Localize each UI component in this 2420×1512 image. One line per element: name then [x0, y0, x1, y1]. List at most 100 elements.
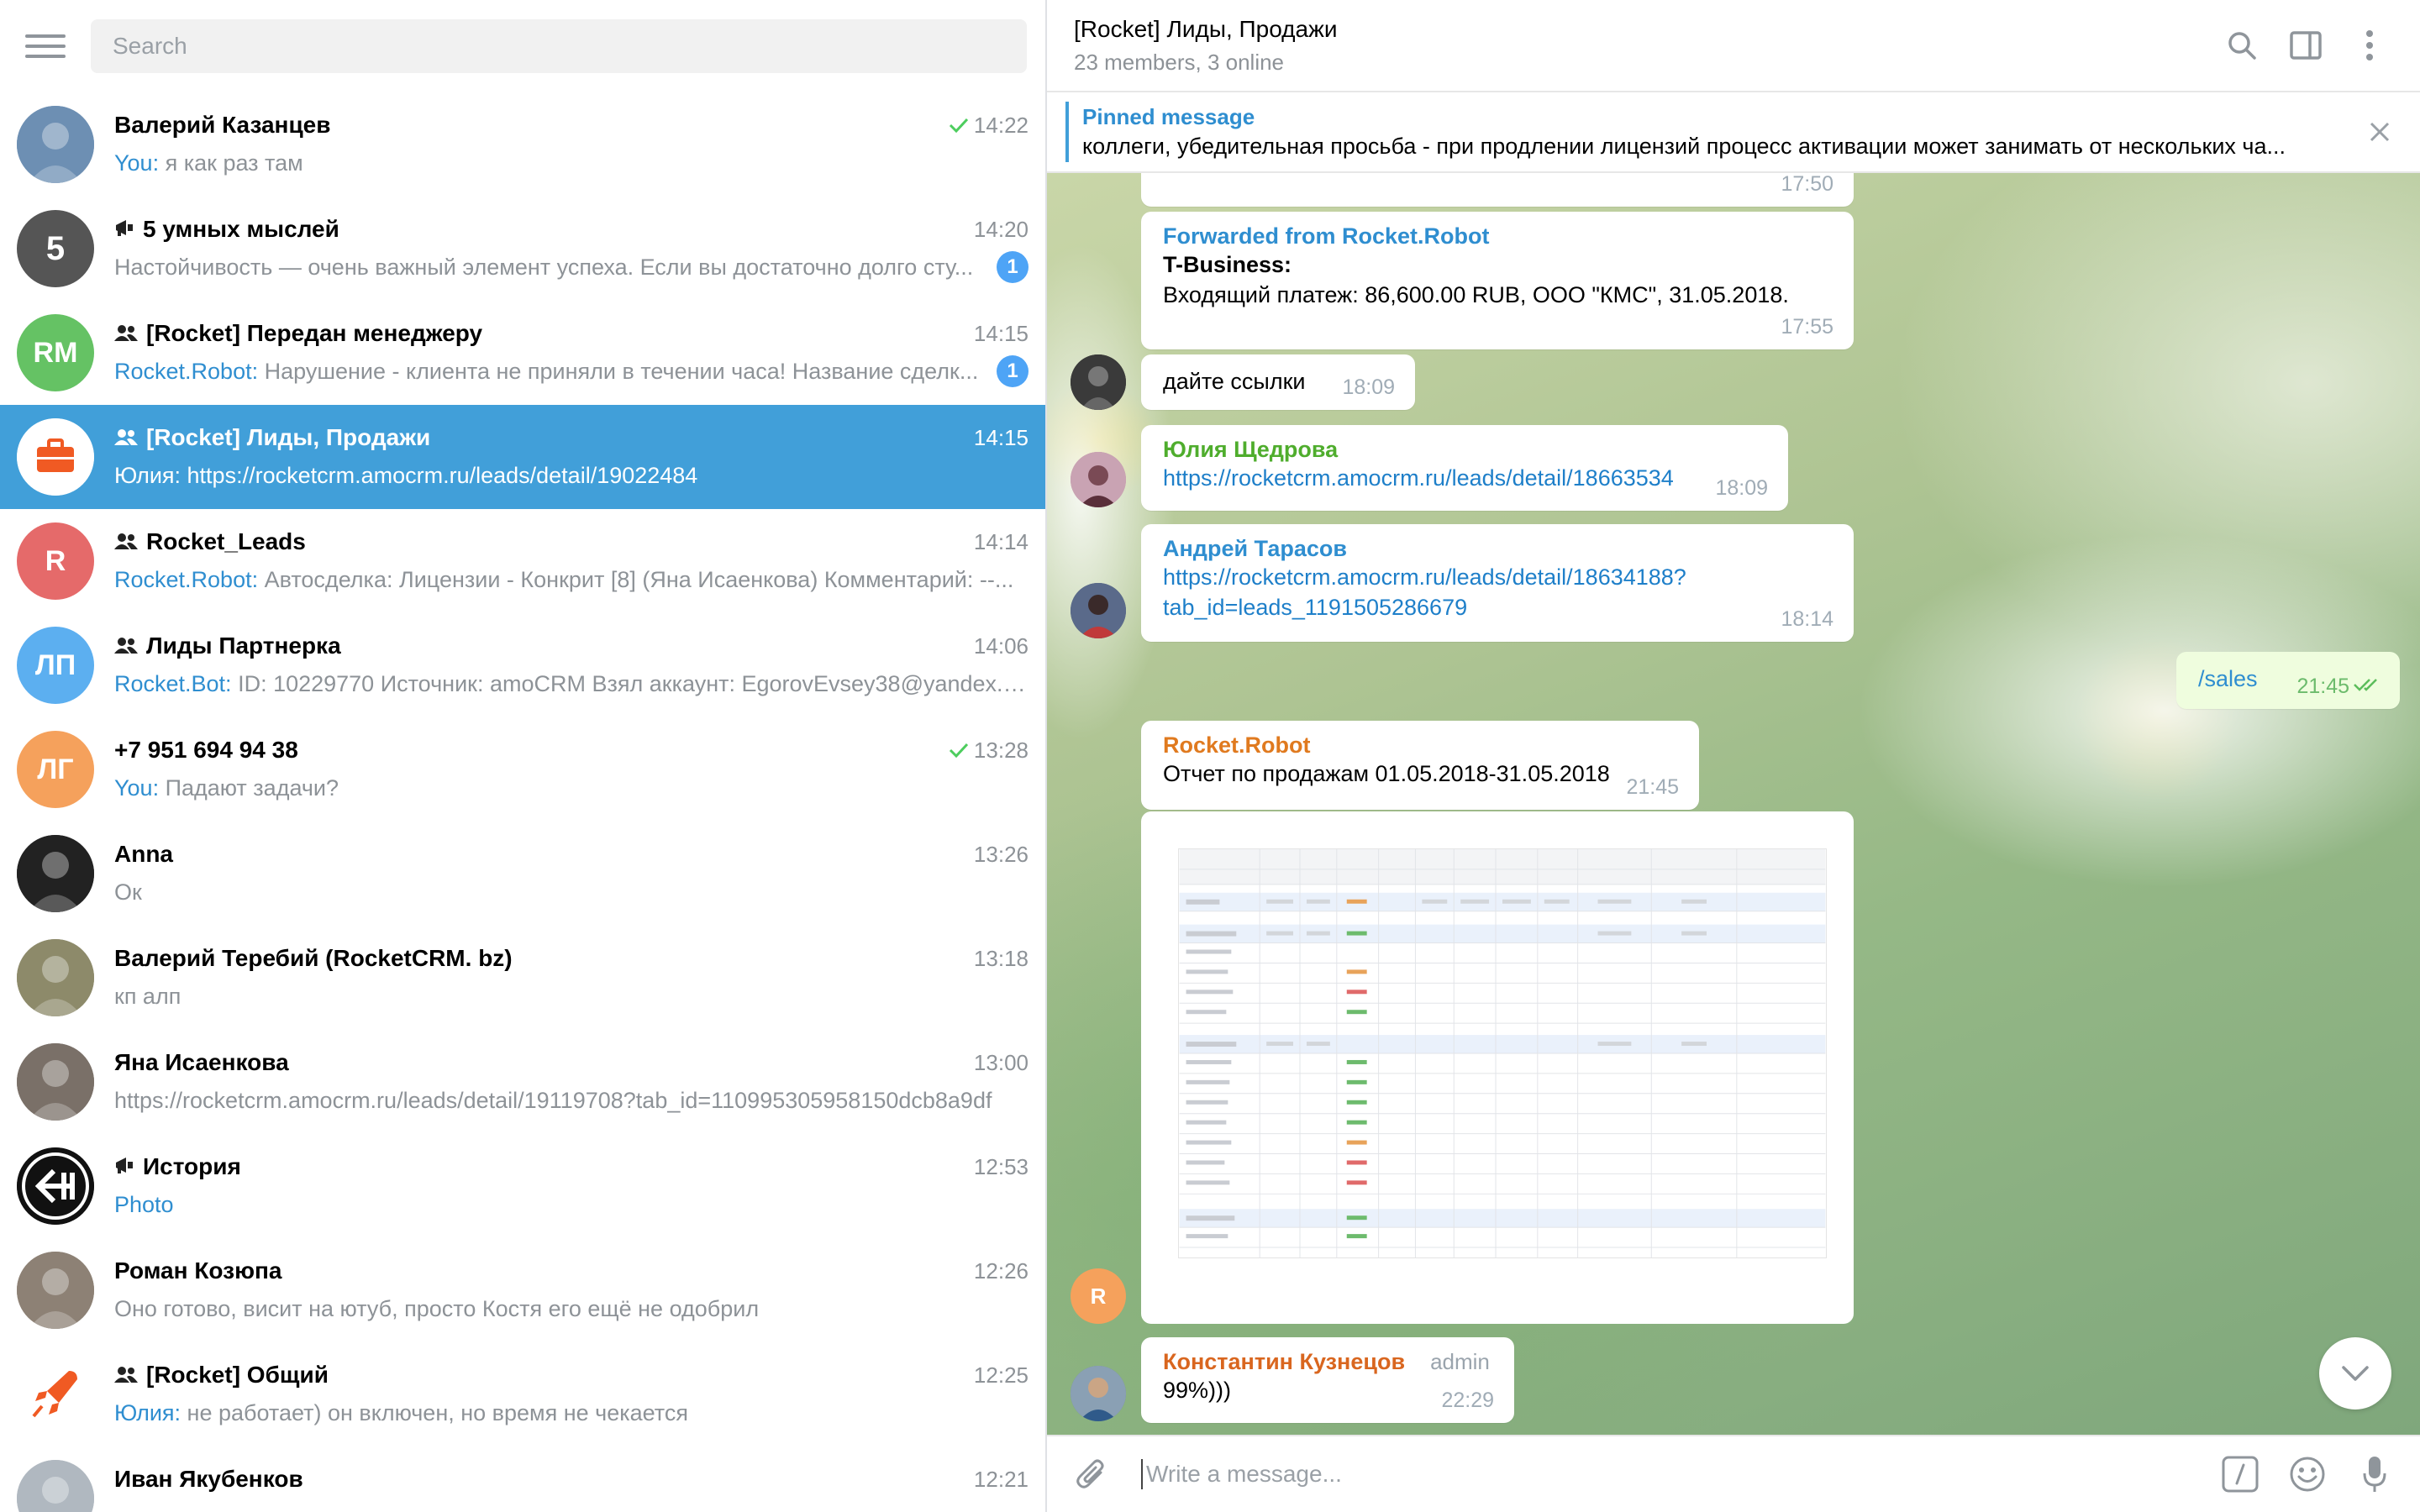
chat-title: Валерий Казанцев	[114, 112, 940, 139]
chat-title-text: +7 951 694 94 38	[114, 737, 298, 763]
chat-item-body: Anna 13:26 Ок	[114, 836, 1028, 911]
message-link[interactable]: https://rocketcrm.amocrm.ru/leads/detail…	[1163, 562, 1832, 592]
chat-item[interactable]: R Rocket_Leads 14:14 Rocket.Robot: Автосдел…	[0, 509, 1045, 613]
chat-preview: Rocket.Robot: Автосделка: Лицензии - Кон…	[114, 567, 1028, 593]
message-link[interactable]: https://rocketcrm.amocrm.ru/leads/detail…	[1163, 463, 1766, 493]
chat-title-text: Валерий Казанцев	[114, 112, 331, 138]
chat-title: Rocket_Leads	[114, 528, 965, 555]
forwarded-from-label[interactable]: Forwarded from Rocket.Robot	[1163, 223, 1832, 249]
chat-item[interactable]: ЛП Лиды Партнерка 14:06 Rocket.Bot: ID: 102…	[0, 613, 1045, 717]
avatar[interactable]: R	[1071, 1268, 1126, 1324]
admin-badge: admin	[1430, 1349, 1490, 1374]
more-options-icon[interactable]	[2346, 22, 2393, 69]
channel-icon	[114, 1154, 134, 1180]
message-sender-line: Константин Кузнецов admin	[1163, 1349, 1492, 1375]
chat-time: 12:21	[974, 1467, 1028, 1493]
chat-item[interactable]: Валерий Казанцев 14:22 You: я как раз там	[0, 92, 1045, 197]
avatar: ЛП	[17, 627, 94, 704]
chat-item[interactable]: Валерий Теребий (RocketCRM. bz) 13:18 кп а…	[0, 926, 1045, 1030]
chat-item[interactable]: [Rocket] Общий 12:25 Юлия: не работает) он…	[0, 1342, 1045, 1446]
message-sender[interactable]: Константин Кузнецов	[1163, 1349, 1405, 1375]
message-input[interactable]	[1141, 1459, 2196, 1489]
preview-text: Падают задачи?	[159, 774, 339, 801]
channel-icon	[114, 217, 134, 243]
message-sender[interactable]: Rocket.Robot	[1163, 732, 1677, 759]
message-link-continued[interactable]: tab_id=leads_1191505286679	[1163, 592, 1832, 622]
chat-item[interactable]: История 12:53 Photo	[0, 1134, 1045, 1238]
chat-item[interactable]: Anna 13:26 Ок	[0, 822, 1045, 926]
message-bubble: дайте ссылки 18:09	[1141, 354, 1415, 410]
message-sender[interactable]: Андрей Тарасов	[1163, 536, 1832, 562]
chat-header-info[interactable]: [Rocket] Лиды, Продажи 23 members, 3 onl…	[1074, 16, 2202, 76]
chat-item[interactable]: 5 5 умных мыслей 14:20 Настойчивость — очен…	[0, 197, 1045, 301]
avatar	[17, 835, 94, 912]
preview-text: https://rocketcrm.amocrm.ru/leads/detail…	[181, 462, 698, 488]
avatar: ЛГ	[17, 731, 94, 808]
avatar[interactable]	[1071, 583, 1126, 638]
preview-text: https://rocketcrm.amocrm.ru/leads/detail…	[114, 1087, 992, 1113]
chat-title-text: История	[143, 1153, 241, 1179]
avatar: R	[17, 522, 94, 600]
preview-sender: You:	[114, 774, 160, 801]
avatar[interactable]	[1071, 452, 1126, 507]
chat-title-text: [Rocket] Лиды, Продажи	[146, 424, 431, 450]
message-time: 21:45	[2296, 675, 2349, 698]
avatar	[17, 1356, 94, 1433]
chat-title-text: Яна Исаенкова	[114, 1049, 289, 1075]
report-image[interactable]	[1141, 811, 1854, 1324]
avatar: 5	[17, 210, 94, 287]
scroll-down-button[interactable]	[2319, 1337, 2391, 1410]
chat-title: Лиды Партнерка	[114, 633, 965, 659]
chat-item-body: Лиды Партнерка 14:06 Rocket.Bot: ID: 10229…	[114, 627, 1028, 703]
forwarded-message: Forwarded from Rocket.Robot T-Business: …	[1141, 212, 1854, 349]
message-area: 17:50 Forwarded from Rocket.Robot T-Busi…	[1047, 173, 2420, 1435]
message-time: 21:45	[1626, 775, 1679, 799]
chat-time-text: 13:28	[973, 737, 1028, 763]
search-box[interactable]	[91, 19, 1027, 73]
avatar	[17, 1043, 94, 1121]
preview-text: Настойчивость — очень важный элемент усп…	[114, 254, 974, 280]
chat-item[interactable]: RM [Rocket] Передан менеджеру 14:15 Rocket.…	[0, 301, 1045, 405]
chat-item[interactable]: Иван Якубенков 12:21	[0, 1446, 1045, 1512]
chat-main: [Rocket] Лиды, Продажи 23 members, 3 onl…	[1047, 0, 2420, 1512]
chat-time-text: 13:18	[973, 945, 1028, 971]
preview-sender: Photo	[114, 1191, 174, 1217]
chat-title-text: Иван Якубенков	[114, 1466, 303, 1492]
close-icon[interactable]	[2360, 112, 2400, 152]
message-bold-text: T-Business:	[1163, 252, 1292, 277]
message-time: 18:14	[1781, 607, 1833, 631]
chevron-down-icon	[2342, 1366, 2369, 1381]
avatar[interactable]	[1071, 1366, 1126, 1421]
bot-commands-icon[interactable]	[2217, 1451, 2264, 1498]
message-bubble: Константин Кузнецов admin 99%))) 22:29	[1141, 1337, 1514, 1423]
chat-title-text: Роман Козюпа	[114, 1257, 282, 1284]
pinned-message-bar[interactable]: Pinned message коллеги, убедительная про…	[1047, 92, 2420, 173]
search-input[interactable]	[113, 33, 1027, 60]
chat-time-text: 12:53	[973, 1153, 1028, 1179]
attach-icon[interactable]	[1069, 1451, 1116, 1498]
emoji-icon[interactable]	[2284, 1451, 2331, 1498]
avatar	[17, 418, 94, 496]
chat-item[interactable]: Роман Козюпа 12:26 Оно готово, висит на ют…	[0, 1238, 1045, 1342]
chat-item[interactable]: ЛГ +7 951 694 94 38 13:28 You: Падают задач…	[0, 717, 1045, 822]
chat-preview: Photo	[114, 1192, 1028, 1218]
chat-preview: Юлия: не работает) он включен, но время …	[114, 1400, 1028, 1426]
chat-item-body: Яна Исаенкова 13:00 https://rocketcrm.amoc…	[114, 1044, 1028, 1120]
message-sender[interactable]: Юлия Щедрова	[1163, 437, 1766, 463]
chat-preview: Настойчивость — очень важный элемент усп…	[114, 255, 986, 281]
bot-command-link[interactable]: /sales	[2198, 664, 2378, 694]
chat-item[interactable]: Яна Исаенкова 13:00 https://rocketcrm.amoc…	[0, 1030, 1045, 1134]
sidebar-panel-icon[interactable]	[2282, 22, 2329, 69]
chat-time-text: 14:15	[973, 320, 1028, 346]
preview-sender: Юлия:	[114, 462, 182, 488]
search-icon[interactable]	[2218, 22, 2265, 69]
message-time: 17:50	[1781, 173, 1833, 196]
microphone-icon[interactable]	[2351, 1451, 2398, 1498]
chat-preview: Rocket.Bot: ID: 10229770 Источник: amoCR…	[114, 671, 1028, 697]
read-check-icon	[949, 113, 969, 139]
avatar[interactable]	[1071, 354, 1126, 410]
message-time: 22:29	[1441, 1389, 1494, 1412]
pinned-content: Pinned message коллеги, убедительная про…	[1082, 104, 2326, 160]
menu-icon[interactable]	[25, 26, 66, 66]
chat-item[interactable]: [Rocket] Лиды, Продажи 14:15 Юлия: https:/…	[0, 405, 1045, 509]
